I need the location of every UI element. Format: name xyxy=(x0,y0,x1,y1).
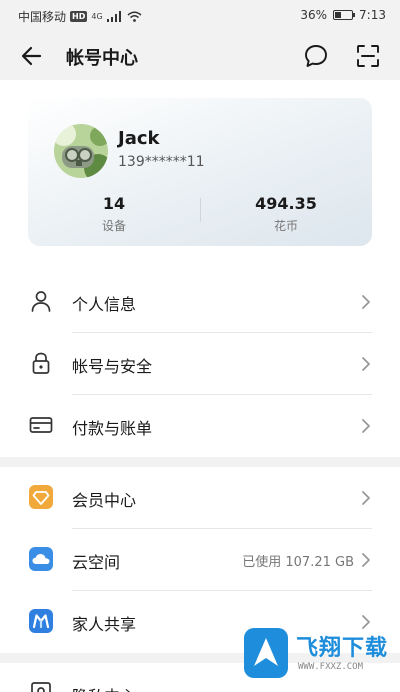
card-icon xyxy=(29,417,53,433)
status-right: 36% 7:13 xyxy=(300,8,386,22)
account-card[interactable]: Jack 139******11 14 设备 494.35 花币 xyxy=(28,98,372,246)
battery-percent: 36% xyxy=(300,8,328,22)
battery-fill xyxy=(335,12,342,18)
cloud-icon xyxy=(29,547,53,571)
devices-stat[interactable]: 14 设备 xyxy=(28,194,200,234)
menu-label-member-center: 会员中心 xyxy=(72,491,137,510)
family-icon xyxy=(29,609,53,633)
user-phone: 139******11 xyxy=(118,154,205,170)
person-icon xyxy=(31,291,51,312)
messages-button[interactable] xyxy=(302,42,330,70)
menu-item-member-center[interactable]: 会员中心 xyxy=(0,467,400,529)
coins-amount: 494.35 xyxy=(255,194,317,213)
battery-icon xyxy=(333,10,356,20)
scan-button[interactable] xyxy=(354,42,382,70)
signal-icon xyxy=(106,11,121,22)
menu-label-privacy-center: 隐私中心 xyxy=(72,683,136,692)
network-badge: 4G xyxy=(91,12,103,21)
wifi-icon xyxy=(127,11,142,22)
devices-count: 14 xyxy=(102,194,126,213)
title-bar: 帐号中心 xyxy=(0,32,400,80)
avatar-image xyxy=(54,124,108,178)
back-button[interactable] xyxy=(18,42,46,70)
menu-item-payment-billing[interactable]: 付款与账单 xyxy=(0,395,400,457)
arrow-left-icon xyxy=(21,46,42,66)
section-gap xyxy=(0,457,400,467)
cloud-usage-value: 已使用 107.21 GB xyxy=(242,555,354,570)
chevron-right-icon xyxy=(362,295,370,309)
menu-label-personal-info: 个人信息 xyxy=(72,295,137,314)
watermark-logo-icon xyxy=(244,628,288,678)
carrier-label: 中国移动 xyxy=(18,10,67,24)
content-sheet: Jack 139******11 14 设备 494.35 花币 个人信息 帐号… xyxy=(0,80,400,692)
coins-label: 花币 xyxy=(273,219,298,233)
privacy-icon xyxy=(31,682,51,692)
member-icon xyxy=(29,485,53,509)
watermark-text: 飞翔下载 xyxy=(296,636,389,661)
watermark-url: WWW.FXXZ.COM xyxy=(298,662,364,672)
devices-label: 设备 xyxy=(101,219,126,233)
menu-item-cloud-space[interactable]: 云空间 已使用 107.21 GB xyxy=(0,529,400,591)
status-bar: 中国移动 HD 4G 36% 7:13 xyxy=(0,0,400,32)
menu-label-payment-billing: 付款与账单 xyxy=(72,419,153,438)
status-left: 中国移动 HD 4G xyxy=(18,8,142,25)
chat-bubble-icon xyxy=(305,45,327,67)
site-watermark: 飞翔下载 WWW.FXXZ.COM xyxy=(240,622,390,686)
menu-item-account-security[interactable]: 帐号与安全 xyxy=(0,333,400,395)
avatar[interactable] xyxy=(54,124,108,178)
scan-icon xyxy=(357,45,379,67)
chevron-right-icon xyxy=(362,357,370,371)
hd-badge: HD xyxy=(70,11,88,22)
coins-stat[interactable]: 494.35 花币 xyxy=(200,194,372,234)
chevron-right-icon xyxy=(362,491,370,505)
menu-label-account-security: 帐号与安全 xyxy=(72,357,153,376)
user-name: Jack xyxy=(118,128,160,149)
menu-item-personal-info[interactable]: 个人信息 xyxy=(0,271,400,333)
page-title: 帐号中心 xyxy=(66,48,138,69)
chevron-right-icon xyxy=(362,419,370,433)
lock-icon xyxy=(32,352,50,374)
menu-label-family-sharing: 家人共享 xyxy=(72,615,137,634)
clock: 7:13 xyxy=(359,8,386,22)
menu-label-cloud-space: 云空间 xyxy=(72,553,121,572)
chevron-right-icon xyxy=(362,553,370,567)
